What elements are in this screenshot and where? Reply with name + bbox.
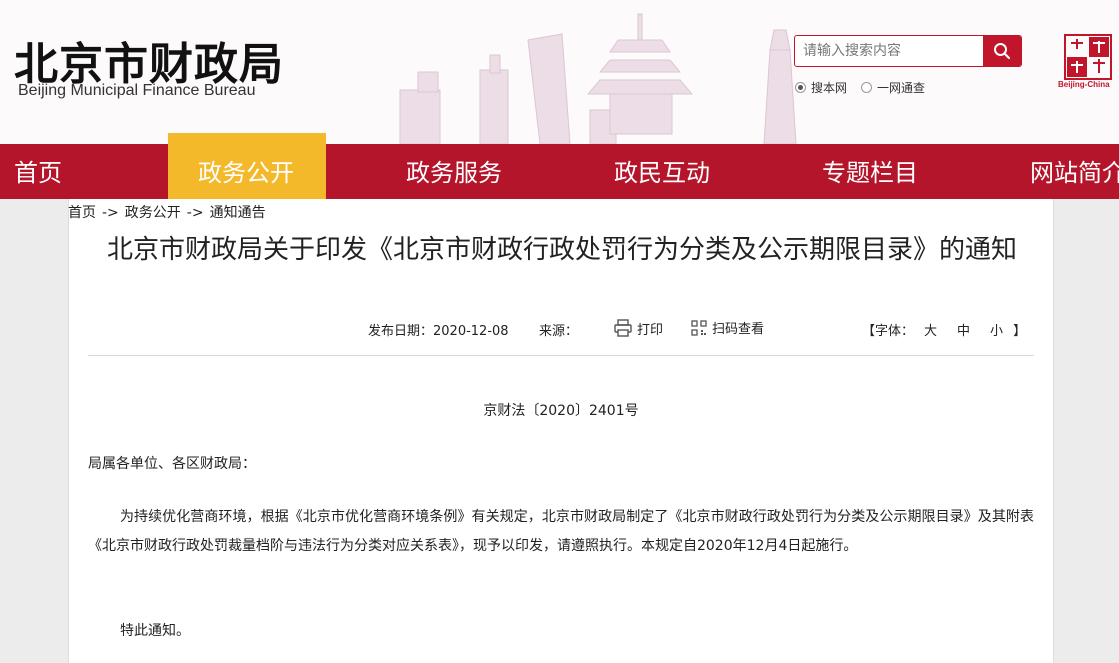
nav-item-about[interactable]: 网站简介	[1030, 144, 1119, 199]
site-logo-english: Beijing Municipal Finance Bureau	[18, 82, 256, 99]
breadcrumb-separator: ->	[102, 205, 119, 221]
nav-item-special-topics[interactable]: 专题栏目	[822, 144, 918, 199]
publish-date: 发布日期：2020-12-08	[368, 320, 509, 339]
breadcrumb-home[interactable]: 首页	[68, 205, 96, 221]
nav-item-government-affairs[interactable]: 政务公开	[198, 144, 294, 199]
font-size-close: 】	[1013, 324, 1027, 339]
radio-search-all-label[interactable]: 一网通查	[877, 79, 925, 96]
salutation: 局属各单位、各区财政局：	[88, 456, 256, 472]
search-icon	[994, 43, 1011, 60]
article-body-paragraph: 为持续优化营商环境，根据《北京市优化营商环境条例》有关规定，北京市财政局制定了《…	[88, 509, 1034, 554]
printer-icon	[614, 319, 632, 337]
breadcrumb-separator: ->	[186, 205, 204, 221]
search-box	[794, 35, 1022, 67]
article-title: 北京市财政局关于印发《北京市财政行政处罚行为分类及公示期限目录》的通知	[106, 235, 1017, 265]
radio-search-all[interactable]	[861, 82, 873, 93]
font-size-control: 【字体： 大 中 小】	[862, 320, 1026, 339]
font-size-medium[interactable]: 中	[957, 324, 970, 339]
font-size-label: 【字体：	[862, 324, 915, 339]
nav-item-home[interactable]: 首页	[14, 144, 62, 199]
nav-item-interaction[interactable]: 政民互动	[614, 144, 710, 199]
closing-line: 特此通知。	[120, 623, 190, 639]
publish-date-value: 2020-12-08	[433, 324, 509, 339]
qr-view-label: 扫码查看	[712, 322, 765, 337]
site-header: 北京市财政局 Beijing Municipal Finance Bureau …	[0, 0, 1119, 144]
seal-caption: Beijing-China	[1058, 80, 1110, 89]
search-scope-options: 搜本网 一网通查	[795, 79, 939, 96]
nav-item-government-services[interactable]: 政务服务	[406, 144, 502, 199]
publish-date-label: 发布日期：	[368, 324, 434, 339]
source-label: 来源：	[539, 324, 579, 339]
print-label: 打印	[637, 322, 664, 338]
meta-divider	[88, 355, 1034, 356]
document-number: 京财法〔2020〕2401号	[483, 403, 639, 419]
font-size-large[interactable]: 大	[924, 324, 937, 339]
print-button[interactable]: 打印	[613, 318, 663, 338]
qr-code-icon	[691, 319, 707, 336]
search-input[interactable]	[795, 36, 983, 66]
breadcrumb-notices[interactable]: 通知通告	[210, 205, 266, 221]
search-button[interactable]	[983, 36, 1021, 66]
qr-view-button[interactable]: 扫码查看	[690, 318, 764, 337]
font-size-small[interactable]: 小	[990, 324, 1003, 339]
radio-search-site-label[interactable]: 搜本网	[811, 79, 847, 96]
breadcrumb: 首页 -> 政务公开 -> 通知通告	[68, 202, 266, 222]
breadcrumb-government-affairs[interactable]: 政务公开	[125, 205, 181, 221]
radio-search-site[interactable]	[795, 82, 806, 93]
beijing-skyline-illustration	[399, 13, 797, 144]
